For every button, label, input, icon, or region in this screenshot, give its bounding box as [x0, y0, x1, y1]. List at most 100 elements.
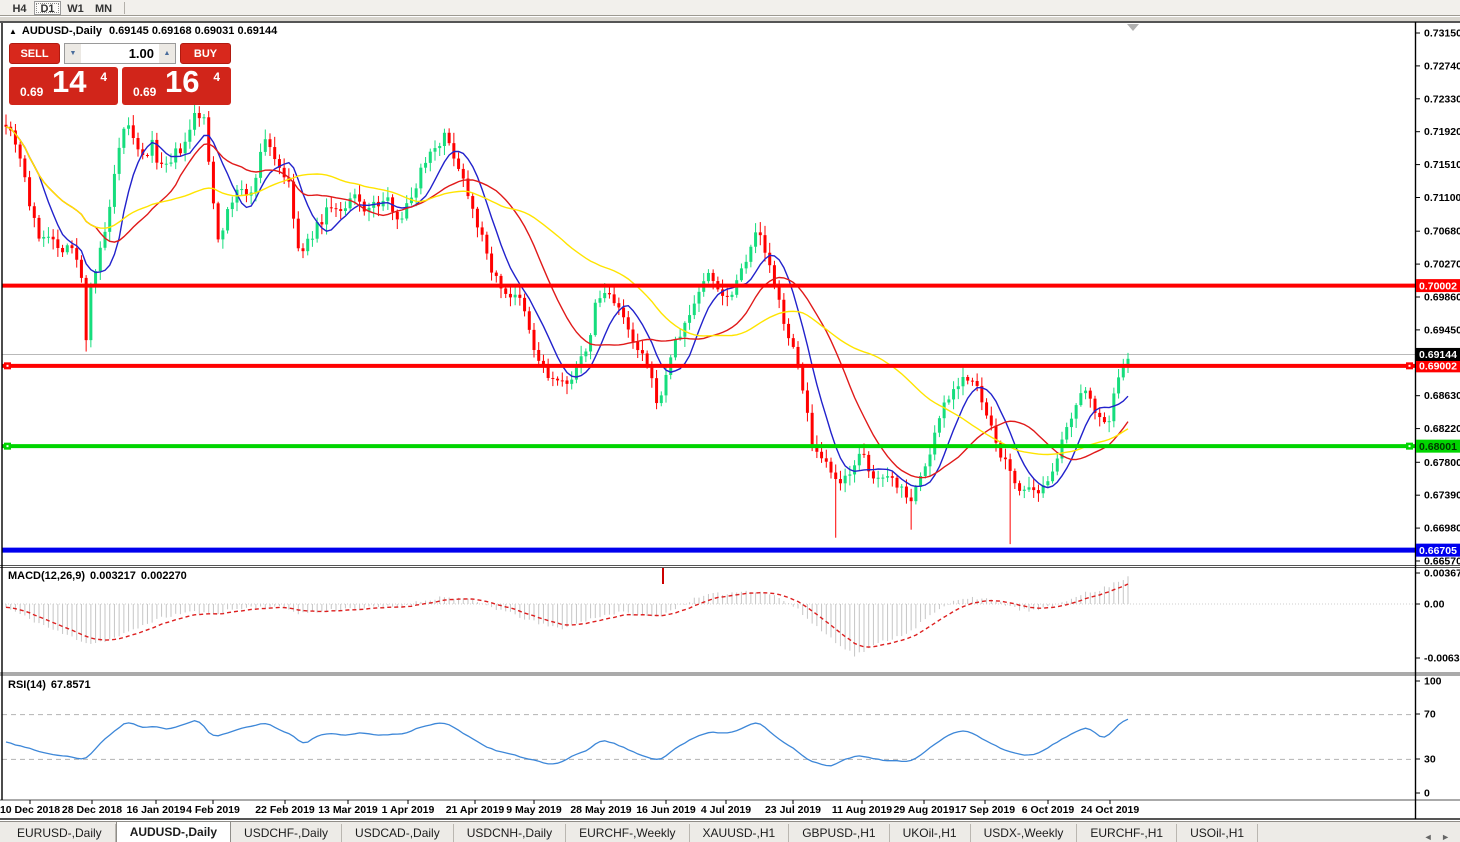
date-label[interactable]: 1 Apr 2019: [382, 804, 435, 816]
candle-body: [886, 476, 889, 477]
date-label[interactable]: 13 Mar 2019: [318, 804, 378, 816]
price-tick-label: 0.71510: [1424, 159, 1460, 171]
candle-body: [80, 260, 83, 278]
candle-body: [990, 416, 993, 426]
date-label[interactable]: 24 Oct 2019: [1081, 804, 1140, 816]
candle-body: [537, 350, 540, 361]
date-label[interactable]: 6 Oct 2019: [1022, 804, 1075, 816]
date-label[interactable]: 21 Apr 2019: [446, 804, 505, 816]
price-tick-label: 0.70270: [1424, 259, 1460, 271]
candle-body: [834, 473, 837, 479]
candle-body: [179, 148, 182, 153]
candle-body: [683, 323, 686, 337]
candle-body: [330, 207, 333, 208]
buy-button[interactable]: BUY: [180, 43, 231, 64]
candle-body: [174, 148, 177, 162]
hline-price-label: 0.68001: [1419, 441, 1457, 453]
candle-body: [773, 265, 776, 285]
rsi-value: 67.8571: [51, 679, 91, 691]
candle-body: [1023, 490, 1026, 491]
price-tick-label: 0.67800: [1424, 457, 1460, 469]
candle-body: [1009, 459, 1012, 471]
price-tick-label: 0.68630: [1424, 390, 1460, 402]
chart-tab-ukoil-h1[interactable]: UKOil-,H1: [890, 824, 971, 842]
rsi-pane: [2, 715, 1415, 766]
timeframe-button-d1[interactable]: D1: [34, 1, 61, 15]
date-label[interactable]: 17 Sep 2019: [955, 804, 1015, 816]
one-click-trading-panel: SELL ▼ ▲ BUY 0.69 14 4 0.69 16 4: [9, 43, 231, 105]
buy-price-panel[interactable]: 0.69 16 4: [122, 67, 231, 105]
price-tick-label: 0.72330: [1424, 93, 1460, 105]
candle-body: [914, 487, 917, 501]
candle-body: [471, 196, 474, 209]
candle-body: [259, 152, 262, 178]
candle-body: [165, 164, 168, 165]
price-tick-label: 0.70680: [1424, 226, 1460, 238]
sell-price-panel[interactable]: 0.69 14 4: [9, 67, 118, 105]
candle-body: [335, 208, 338, 209]
date-label[interactable]: 22 Feb 2019: [255, 804, 315, 816]
volume-decrease-button[interactable]: ▼: [65, 44, 81, 63]
chart-tab-usdcad-daily[interactable]: USDCAD-,Daily: [342, 824, 454, 842]
date-label[interactable]: 4 Jul 2019: [701, 804, 751, 816]
date-label[interactable]: 29 Aug 2019: [894, 804, 955, 816]
candle-body: [707, 273, 710, 281]
candle-body: [476, 209, 479, 228]
hline-handle-dot: [7, 445, 9, 447]
rsi-tick-label: 30: [1424, 754, 1436, 766]
sell-button[interactable]: SELL: [9, 43, 60, 64]
date-label[interactable]: 23 Jul 2019: [765, 804, 821, 816]
timeframe-button-w1[interactable]: W1: [62, 1, 89, 15]
date-label[interactable]: 28 May 2019: [570, 804, 631, 816]
date-label[interactable]: 28 Dec 2018: [62, 804, 122, 816]
candle-body: [113, 174, 116, 207]
candle-body: [1122, 366, 1125, 377]
candle-body: [325, 207, 328, 224]
chart-tab-eurusd-daily[interactable]: EURUSD-,Daily: [4, 824, 116, 842]
candle-body: [217, 203, 220, 239]
collapse-icon[interactable]: ▲: [9, 27, 17, 36]
candle-body: [891, 476, 894, 478]
date-label[interactable]: 10 Dec 2018: [0, 804, 60, 816]
chart-tab-gbpusd-h1[interactable]: GBPUSD-,H1: [789, 824, 889, 842]
candle-body: [38, 218, 41, 239]
candle-body: [302, 248, 305, 251]
candle-body: [858, 454, 861, 465]
tab-scroll-left-icon[interactable]: ◄: [1424, 832, 1433, 842]
timeframe-button-h4[interactable]: H4: [6, 1, 33, 15]
price-tick-label: 0.69450: [1424, 324, 1460, 336]
candle-body: [193, 113, 196, 130]
macd-indicator-label: MACD(12,26,9)0.0032170.002270: [8, 570, 192, 582]
timeframe-button-mn[interactable]: MN: [90, 1, 117, 15]
candle-body: [481, 227, 484, 234]
chart-tab-eurchf-weekly[interactable]: EURCHF-,Weekly: [566, 824, 689, 842]
chart-tab-usdcnh-daily[interactable]: USDCNH-,Daily: [454, 824, 566, 842]
volume-input[interactable]: [81, 44, 159, 63]
candle-body: [1028, 487, 1031, 489]
candle-body: [23, 159, 26, 178]
date-label[interactable]: 16 Jan 2019: [127, 804, 186, 816]
date-label[interactable]: 9 May 2019: [506, 804, 562, 816]
date-label[interactable]: 11 Aug 2019: [832, 804, 892, 816]
candle-body: [264, 139, 267, 152]
chart-tab-usdchf-daily[interactable]: USDCHF-,Daily: [231, 824, 342, 842]
candle-body: [938, 418, 941, 432]
volume-increase-button[interactable]: ▲: [159, 44, 175, 63]
sell-price-main: 0.69: [20, 85, 43, 99]
date-label[interactable]: 4 Feb 2019: [186, 804, 240, 816]
candle-body: [674, 339, 677, 357]
date-label[interactable]: 16 Jun 2019: [636, 804, 696, 816]
chart-canvas[interactable]: 0.731500.727400.723300.719200.715100.711…: [0, 0, 1460, 842]
ma-mid-line: [6, 127, 1128, 478]
candle-body: [401, 219, 404, 220]
chart-tab-audusd-daily[interactable]: AUDUSD-,Daily: [116, 821, 231, 842]
candle-body: [962, 377, 965, 386]
chart-tab-eurchf-h1[interactable]: EURCHF-,H1: [1077, 824, 1177, 842]
chart-tab-usdx-weekly[interactable]: USDX-,Weekly: [971, 824, 1078, 842]
chart-tab-xauusd-h1[interactable]: XAUUSD-,H1: [690, 824, 790, 842]
chart-tab-usoil-h1[interactable]: USOil-,H1: [1177, 824, 1258, 842]
macd-tick-label: -0.006378: [1424, 653, 1460, 665]
candle-body: [514, 295, 517, 298]
candle-body: [146, 155, 149, 156]
tab-scroll-right-icon[interactable]: ►: [1441, 832, 1450, 842]
